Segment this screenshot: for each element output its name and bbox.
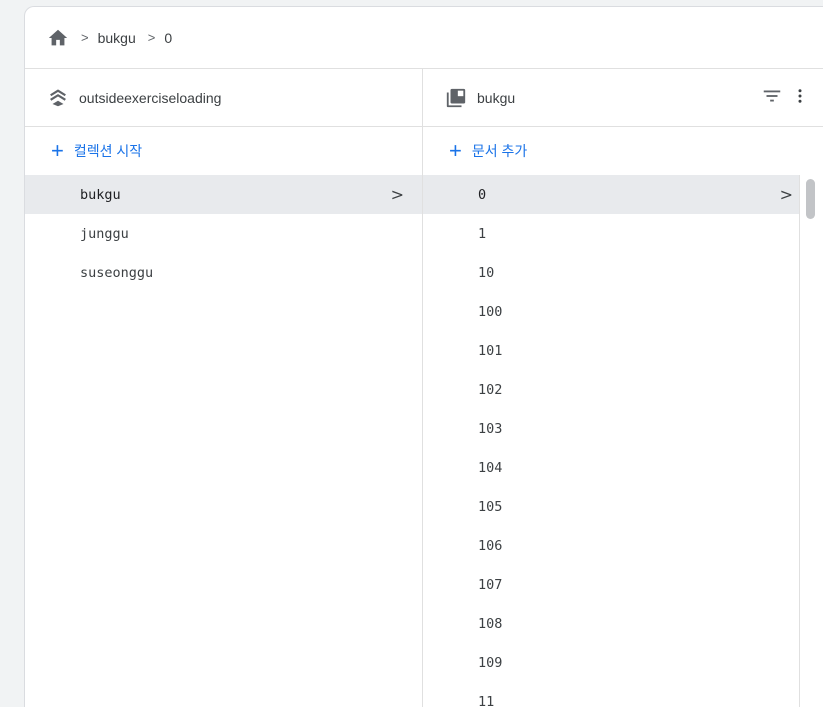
document-item[interactable]: 100 <box>423 292 823 331</box>
breadcrumb-item-collection[interactable]: bukgu <box>98 30 136 46</box>
document-item-label: 10 <box>478 264 495 281</box>
document-item[interactable]: 105 <box>423 487 823 526</box>
document-item-label: 100 <box>478 303 503 320</box>
root-collections-column: outsideexerciseloading + 컬렉션 시작 bukgu > … <box>25 69 423 707</box>
firestore-stack-icon <box>47 87 69 109</box>
plus-icon: + <box>51 138 64 163</box>
collection-item-label: bukgu <box>80 186 121 203</box>
add-document-label: 문서 추가 <box>471 143 528 159</box>
document-item[interactable]: 0 > <box>423 175 823 214</box>
document-item-label: 0 <box>478 186 487 203</box>
collection-list: bukgu > junggu suseonggu <box>25 175 422 292</box>
chevron-right-icon: > <box>779 185 793 204</box>
document-item[interactable]: 103 <box>423 409 823 448</box>
document-item-label: 11 <box>478 693 495 707</box>
document-item[interactable]: 101 <box>423 331 823 370</box>
breadcrumb-separator: > <box>81 30 89 45</box>
firestore-panel: > bukgu > 0 outsideexerciseloading + 컬렉션… <box>24 6 823 707</box>
document-item[interactable]: 104 <box>423 448 823 487</box>
home-icon[interactable] <box>47 27 69 49</box>
document-item-label: 105 <box>478 498 503 515</box>
start-collection-label: 컬렉션 시작 <box>73 143 143 159</box>
chevron-right-icon: > <box>390 185 404 204</box>
document-item-label: 109 <box>478 654 503 671</box>
document-item[interactable]: 109 <box>423 643 823 682</box>
document-item[interactable]: 102 <box>423 370 823 409</box>
collection-item-label: junggu <box>80 225 129 242</box>
collection-item[interactable]: bukgu > <box>25 175 422 214</box>
project-title: outsideexerciseloading <box>79 89 222 106</box>
document-item-label: 103 <box>478 420 503 437</box>
collection-title: bukgu <box>477 89 516 106</box>
document-list: 0 > 1 10 100 101 102 103 104 105 106 107… <box>423 175 823 707</box>
column-header: bukgu <box>423 69 823 127</box>
collection-icon <box>445 87 467 109</box>
document-item-label: 102 <box>478 381 503 398</box>
collection-item[interactable]: suseonggu <box>25 253 422 292</box>
scrollbar-thumb[interactable] <box>806 179 815 219</box>
breadcrumb-item-document[interactable]: 0 <box>164 30 172 46</box>
plus-icon: + <box>449 138 462 163</box>
document-item-label: 106 <box>478 537 503 554</box>
document-item-label: 104 <box>478 459 503 476</box>
collection-item[interactable]: junggu <box>25 214 422 253</box>
more-vert-icon[interactable] <box>791 85 809 110</box>
breadcrumb-separator: > <box>147 30 156 45</box>
add-document-button[interactable]: + 문서 추가 <box>423 127 823 175</box>
start-collection-button[interactable]: + 컬렉션 시작 <box>25 127 422 175</box>
documents-column: bukgu + 문서 추가 0 > 1 10 100 101 102 103 1… <box>423 69 823 707</box>
document-item[interactable]: 107 <box>423 565 823 604</box>
document-item[interactable]: 1 <box>423 214 823 253</box>
document-item-label: 1 <box>478 225 487 242</box>
document-item[interactable]: 11 <box>423 682 823 707</box>
document-item-label: 101 <box>478 342 503 359</box>
document-item-label: 107 <box>478 576 503 593</box>
filter-icon[interactable] <box>761 85 783 110</box>
breadcrumb: > bukgu > 0 <box>25 7 823 69</box>
collection-item-label: suseonggu <box>80 264 154 281</box>
document-item[interactable]: 106 <box>423 526 823 565</box>
document-item-label: 108 <box>478 615 503 632</box>
document-item[interactable]: 10 <box>423 253 823 292</box>
scrollbar[interactable] <box>799 175 823 707</box>
column-header: outsideexerciseloading <box>25 69 422 127</box>
document-item[interactable]: 108 <box>423 604 823 643</box>
